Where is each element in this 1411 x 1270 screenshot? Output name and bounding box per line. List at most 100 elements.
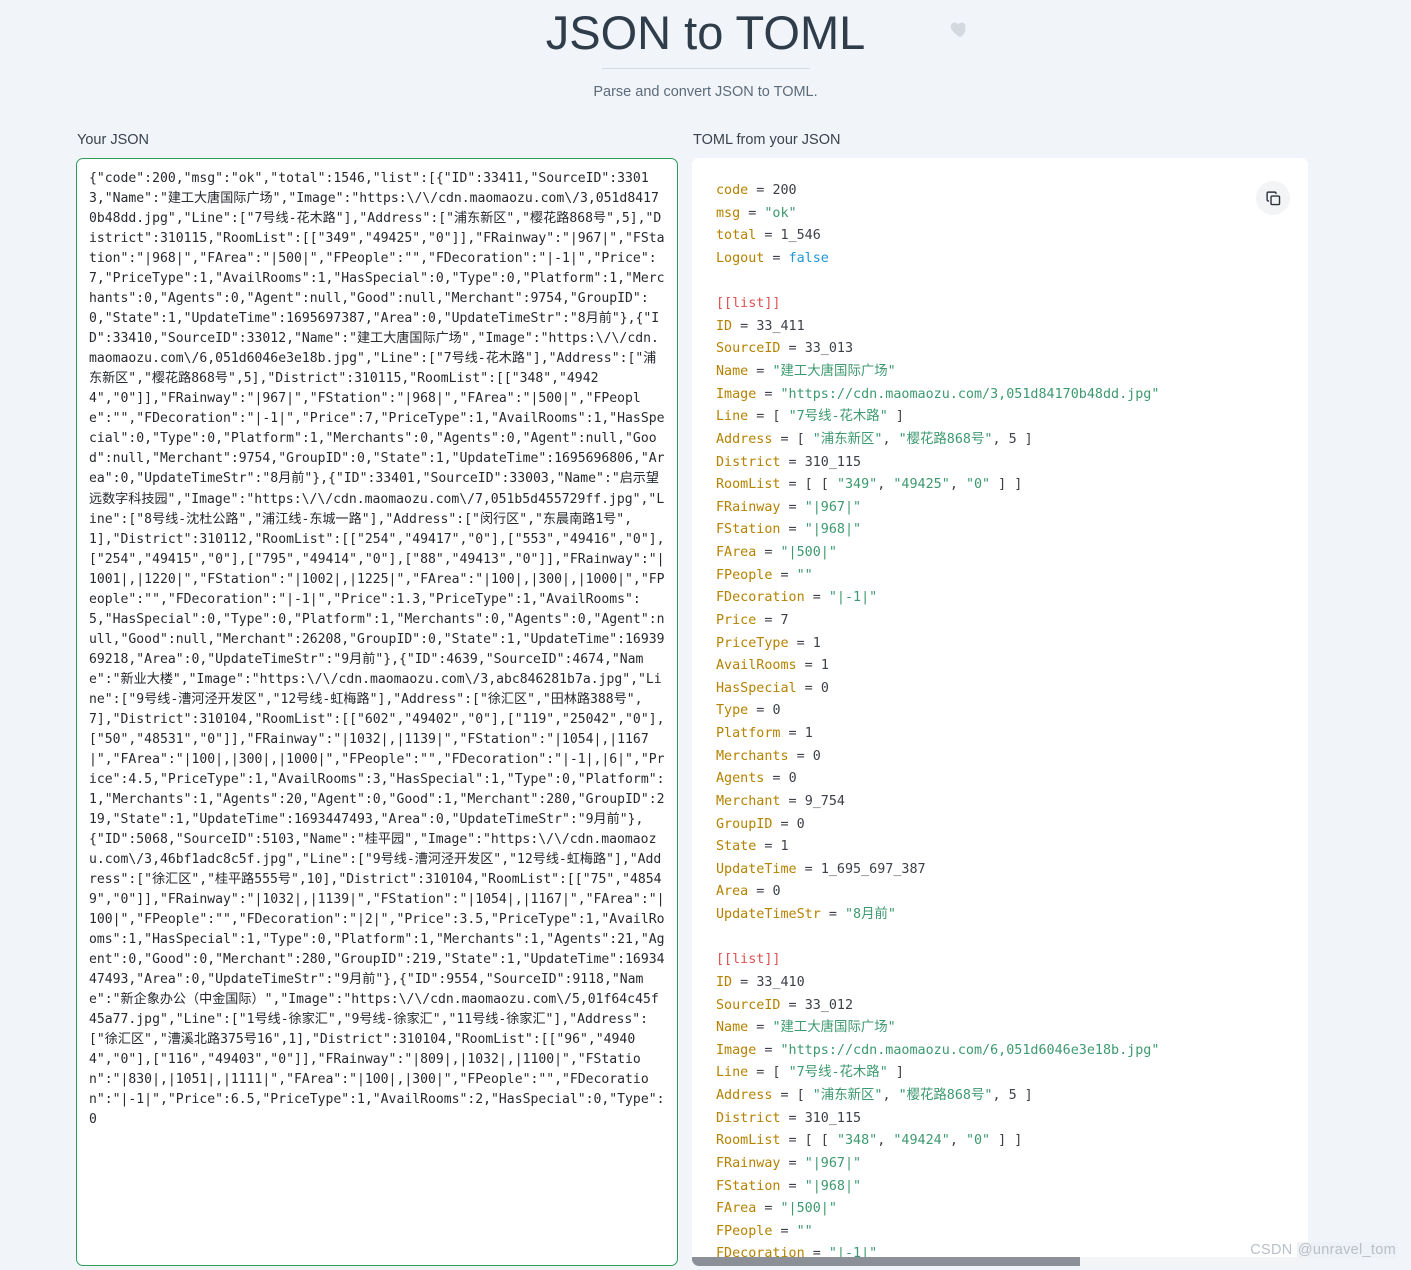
toml-token: = [772,1223,797,1239]
toml-token: 0 [796,816,805,832]
toml-token: "|968|" [804,1178,862,1194]
toml-token: Platform [716,726,781,741]
toml-token: 1 [780,839,789,855]
toml-token: 5 [1008,431,1017,447]
horizontal-scrollbar[interactable] [692,1257,1308,1266]
toml-token: = [740,205,765,221]
toml-token: FRainway [716,499,781,515]
watermark-prefix: CSDN [1250,1242,1297,1258]
toml-token: ID [716,318,733,334]
toml-token: = [804,1246,829,1257]
toml-token: SourceID [716,997,781,1013]
json-input-pane: Your JSON {"code":200,"msg":"ok","total"… [76,131,678,1266]
toml-token: = [756,839,781,855]
page-header: JSON to TOML Parse and convert JSON to T… [0,0,1411,101]
toml-output-label: TOML from your JSON [693,132,841,148]
heart-icon[interactable] [949,18,971,40]
toml-token: = [796,658,821,674]
toml-token: "" [796,1223,813,1239]
toml-token: RoomList [716,1133,781,1149]
toml-output-scroll[interactable]: code = 200 msg = "ok" total = 1_546 Logo… [692,158,1308,1257]
toml-token: Merchant [716,793,781,809]
toml-token: = [756,1042,781,1058]
page-subtitle: Parse and convert JSON to TOML. [593,84,818,100]
toml-token: "0" [965,1133,991,1149]
toml-token: "7号线-花木路" [788,409,888,425]
toml-token: = [780,522,805,538]
toml-token: Type [716,703,749,719]
toml-token: , [949,477,966,493]
toml-token: "" [796,567,813,583]
watermark-handle: @unravel_tom [1296,1242,1397,1258]
toml-token: 5 [1008,1088,1017,1103]
toml-token: FArea [716,545,757,560]
toml-token: ] [1016,431,1033,447]
toml-token: HasSpecial [716,680,797,696]
toml-token: ] [887,409,904,425]
toml-token: Agents [716,771,765,787]
toml-token: ] [1016,1088,1033,1103]
toml-token: = [748,1020,773,1036]
toml-token: 1 [820,658,829,674]
page-title: JSON to TOML [545,6,866,59]
toml-token: 0 [812,748,821,764]
toml-token: FPeople [716,1223,773,1239]
toml-token: "|968|" [804,522,862,538]
toml-token: [[list]] [716,296,781,312]
toml-token: Name [716,364,749,379]
toml-token: Line [716,409,749,425]
toml-token: 33_012 [804,997,854,1013]
toml-token: "建工大唐国际广场" [772,1020,896,1036]
toml-token: = [788,748,813,764]
toml-token: = [764,250,789,266]
toml-token: = [756,545,781,560]
toml-token: = [764,771,789,787]
toml-token: Line [716,1065,749,1081]
toml-token: = [756,1201,781,1217]
toml-token: 0 [788,771,797,787]
toml-token: ID [716,974,733,990]
toml-token: SourceID [716,341,781,357]
toml-token: , [949,1133,966,1149]
json-input-textarea[interactable]: {"code":200,"msg":"ok","total":1546,"lis… [76,158,678,1266]
toml-token: Price [716,612,757,628]
horizontal-scrollbar-thumb[interactable] [692,1257,1080,1266]
toml-token: = [772,816,797,832]
toml-token: 0 [772,884,781,900]
toml-token: = [748,364,773,379]
toml-token: "49424" [893,1133,950,1149]
toml-token: AvailRooms [716,658,797,674]
toml-token: = [772,567,797,583]
toml-token: = [796,861,821,877]
toml-token: ] ] [990,477,1023,493]
toml-token: District [716,454,781,470]
toml-token: FPeople [716,567,773,583]
toml-token: Logout [716,250,765,266]
toml-token: "|-1|" [828,1246,878,1257]
toml-token: "樱花路868号" [898,431,993,447]
toml-token: 1_695_697_387 [820,861,926,877]
toml-token: "浦东新区" [812,1088,883,1103]
toml-token: = [732,318,757,334]
copy-icon-button[interactable] [1256,181,1290,215]
toml-token: "8月前" [845,907,896,922]
toml-token: "建工大唐国际广场" [772,364,896,379]
toml-token: "|967|" [804,1155,862,1171]
toml-token: Image [716,386,757,402]
toml-token: ] [887,1065,904,1081]
toml-token: = [748,884,773,900]
toml-token: 1 [804,726,813,741]
toml-token: = [780,1155,805,1171]
toml-token: PriceType [716,635,789,651]
toml-token: 7 [780,612,789,628]
toml-token: UpdateTime [716,861,797,877]
toml-token: 1 [812,635,821,651]
toml-token: "https://cdn.maomaozu.com/3,051d84170b48… [780,386,1160,402]
toml-token: State [716,839,757,855]
toml-token: "|967|" [804,499,862,515]
toml-token: 0 [772,703,781,719]
title-row: JSON to TOML [0,4,1411,66]
panes-container: Your JSON {"code":200,"msg":"ok","total"… [0,131,1411,1266]
toml-token: 310_115 [804,454,862,470]
toml-token: = [756,612,781,628]
